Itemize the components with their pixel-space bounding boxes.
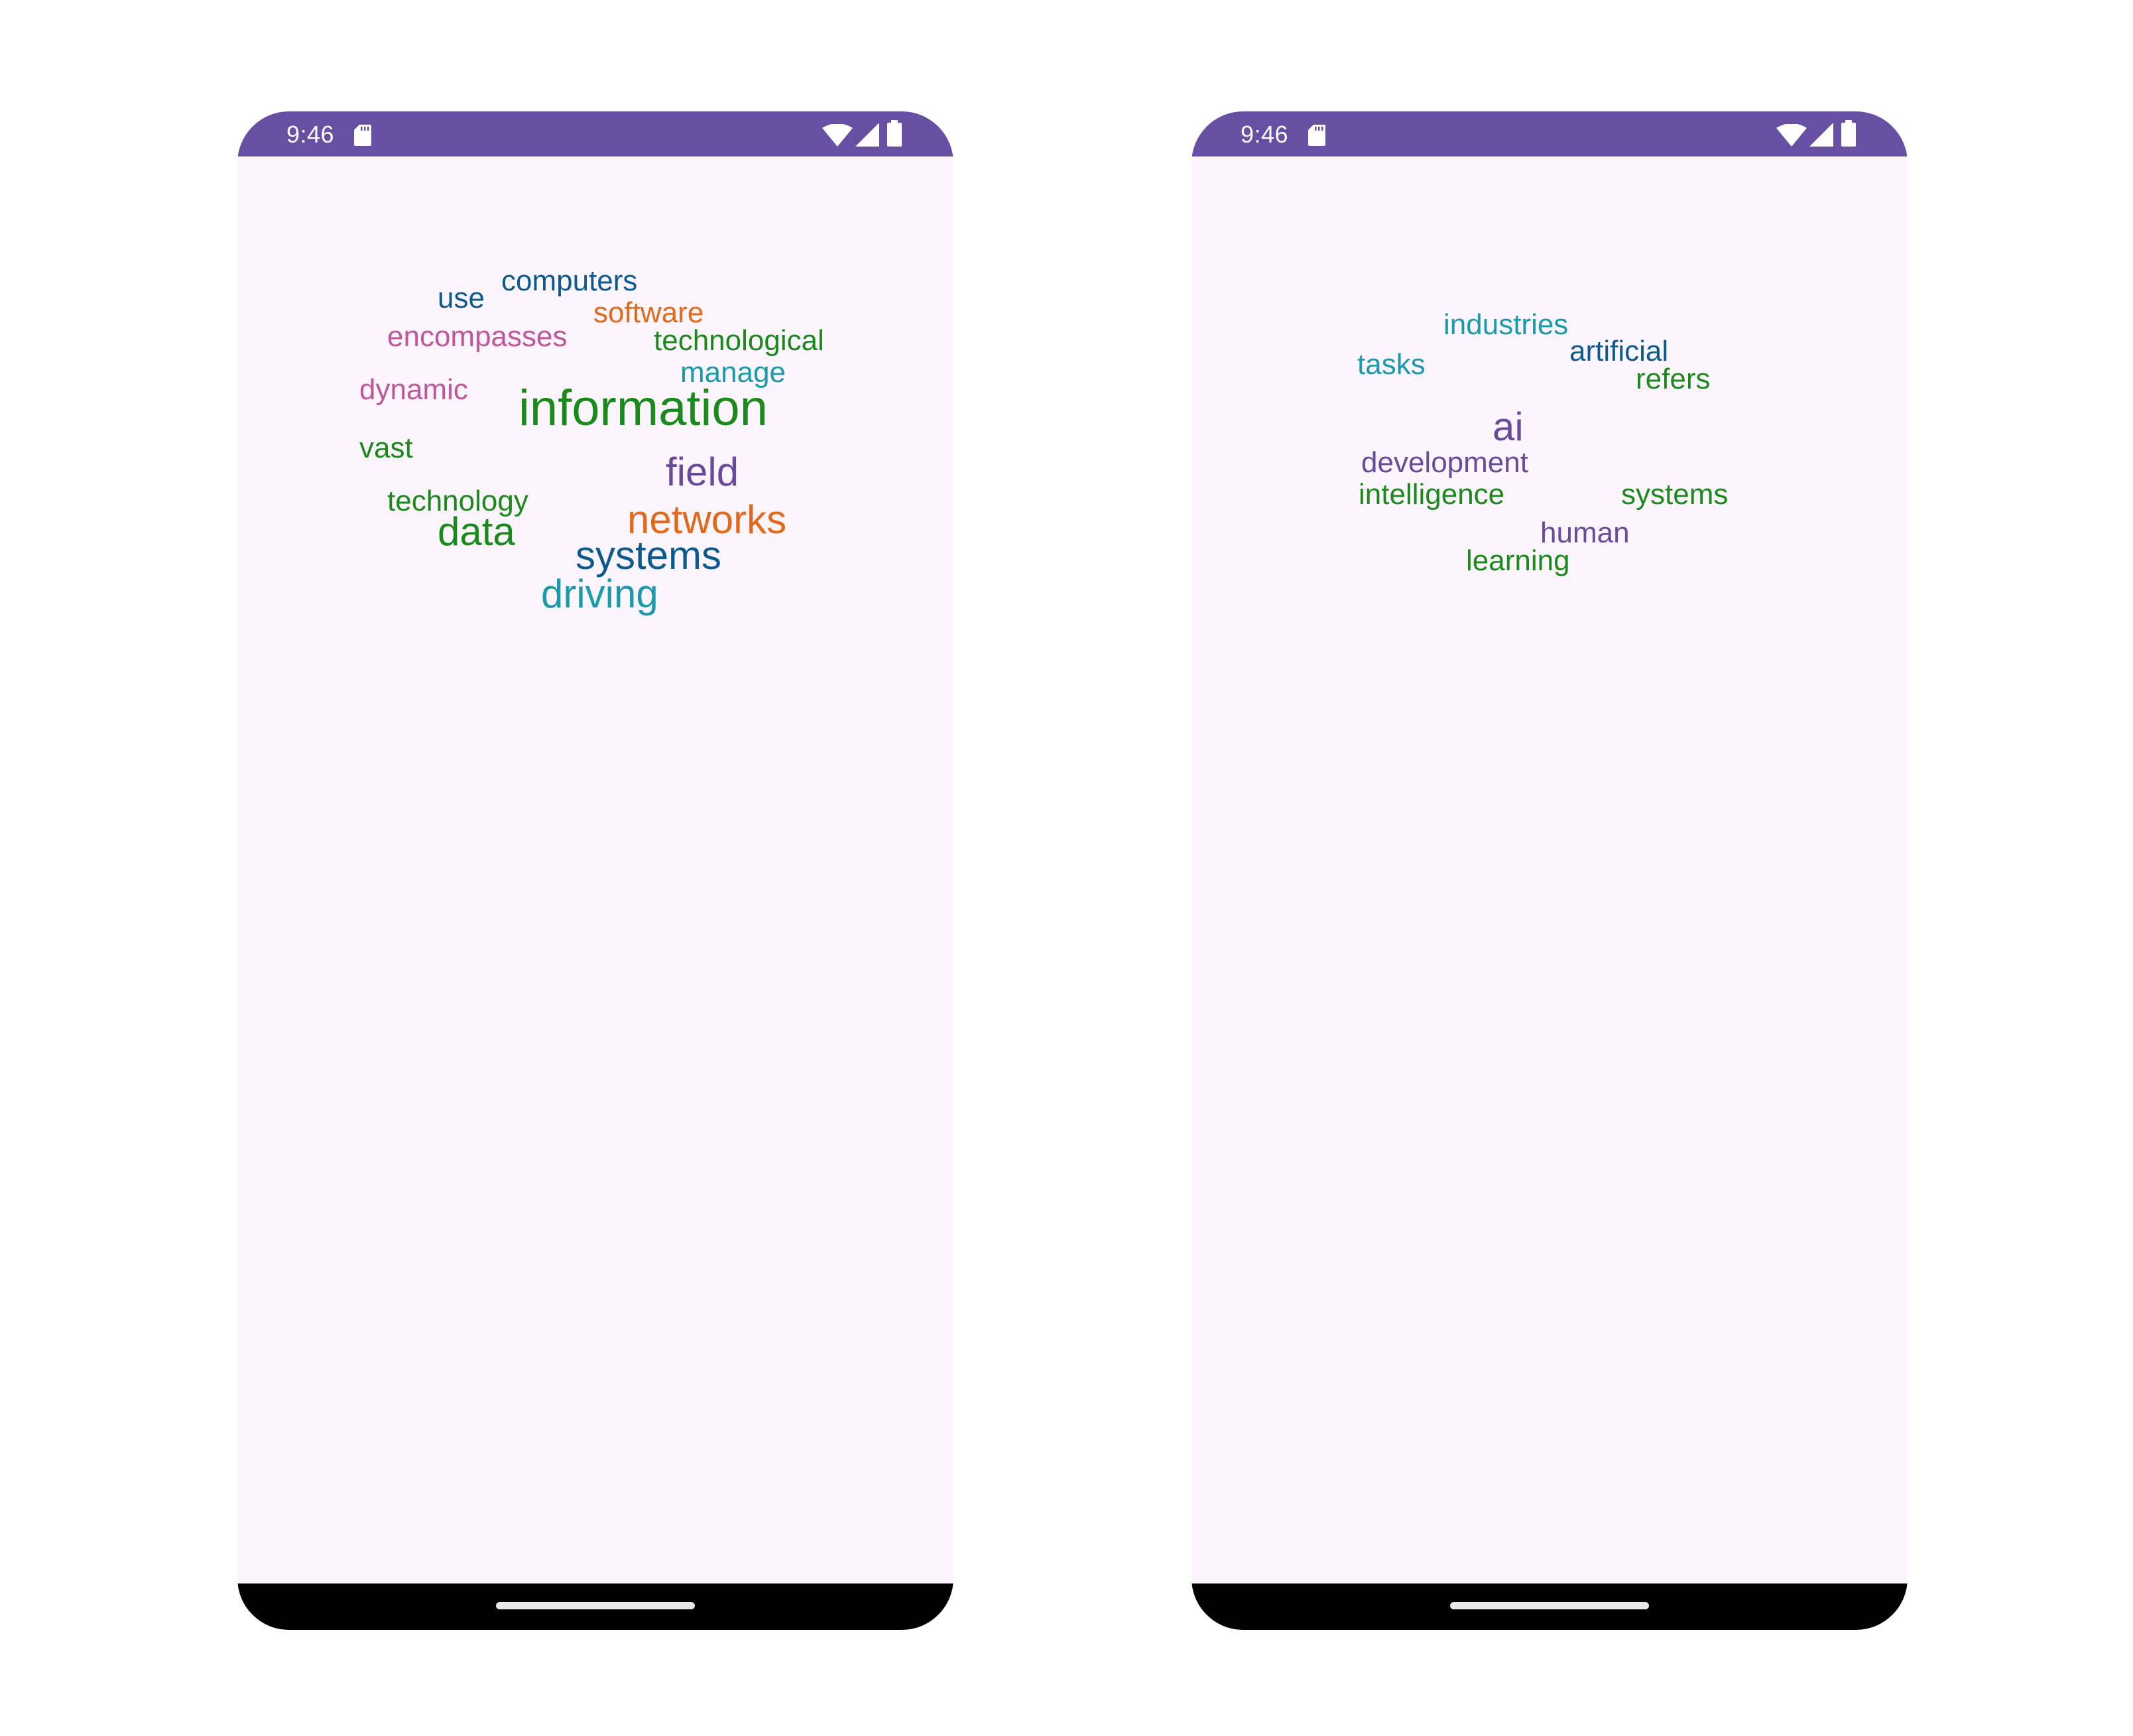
- word-cloud-word: tasks: [1357, 348, 1426, 381]
- cellular-signal-icon: [1809, 123, 1833, 147]
- cellular-signal-icon: [855, 123, 879, 147]
- sd-card-icon: [1308, 125, 1325, 146]
- word-cloud-word: technological: [654, 324, 824, 357]
- status-icons: [822, 120, 908, 147]
- word-cloud-word: encompasses: [387, 320, 568, 353]
- status-time: 9:46: [286, 121, 335, 148]
- word-cloud-word: human: [1540, 517, 1630, 549]
- sd-card-icon: [354, 125, 371, 146]
- word-cloud-word: development: [1361, 446, 1528, 479]
- status-icons: [1776, 120, 1862, 147]
- word-cloud-word: vast: [359, 432, 413, 464]
- wifi-icon: [1776, 124, 1807, 147]
- battery-icon: [1841, 120, 1856, 147]
- word-cloud-word: industries: [1443, 308, 1569, 341]
- phone-screen-right: 9:46 industries artificial tasks refers …: [1191, 111, 1908, 1630]
- phone-screen-left: 9:46 computers use software encompasses …: [237, 111, 953, 1630]
- wifi-icon: [822, 124, 853, 147]
- word-cloud-word: learning: [1466, 544, 1570, 577]
- home-gesture-handle[interactable]: [1450, 1602, 1649, 1609]
- status-bar: 9:46: [1191, 111, 1908, 156]
- battery-icon: [887, 120, 902, 147]
- word-cloud-area: industries artificial tasks refers ai de…: [1191, 156, 1908, 1583]
- home-gesture-handle[interactable]: [496, 1602, 695, 1609]
- word-cloud-word: systems: [576, 533, 722, 578]
- word-cloud-word: artificial: [1569, 335, 1669, 367]
- word-cloud-word: dynamic: [359, 373, 468, 406]
- word-cloud-word: computers: [501, 265, 638, 297]
- status-time: 9:46: [1241, 121, 1289, 148]
- word-cloud-word: ai: [1493, 404, 1524, 449]
- word-cloud-area: computers use software encompasses techn…: [237, 156, 953, 1583]
- word-cloud-word: use: [438, 282, 485, 314]
- word-cloud-word: software: [593, 296, 704, 329]
- word-cloud: computers use software encompasses techn…: [237, 156, 953, 1583]
- word-cloud-word: intelligence: [1359, 478, 1505, 511]
- word-cloud-word: data: [438, 509, 515, 554]
- status-bar: 9:46: [237, 111, 953, 156]
- word-cloud-word: driving: [541, 572, 658, 616]
- word-cloud-word: systems: [1621, 478, 1729, 511]
- word-cloud-word: field: [666, 450, 739, 494]
- word-cloud-word: refers: [1636, 363, 1711, 395]
- navigation-bar: [1191, 1583, 1908, 1630]
- navigation-bar: [237, 1583, 953, 1630]
- word-cloud-word: information: [518, 380, 768, 436]
- word-cloud: industries artificial tasks refers ai de…: [1191, 156, 1908, 1583]
